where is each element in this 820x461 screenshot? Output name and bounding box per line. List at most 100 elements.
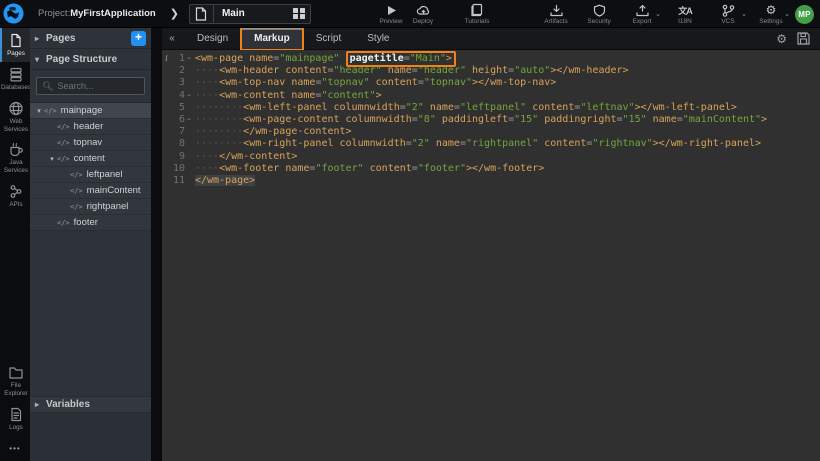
code-tag-icon: </> <box>70 187 83 195</box>
security-button[interactable]: Security <box>586 4 612 25</box>
gutter-space <box>185 175 193 187</box>
deploy-button[interactable]: Deploy <box>410 4 436 25</box>
gutter-space <box>162 77 171 89</box>
chevron-down-icon[interactable]: ⌄ <box>655 10 661 18</box>
gutter-space <box>185 151 193 163</box>
topbar-right-actions: Artifacts Security Export⌄ 文AI18N VCS⌄ ⚙Setti… <box>537 0 820 28</box>
add-page-button[interactable]: + <box>131 31 146 46</box>
tab-markup[interactable]: Markup <box>241 28 303 50</box>
page-switcher-icon[interactable] <box>293 8 305 20</box>
sidebar-item-pages[interactable]: Pages <box>0 28 30 62</box>
tree-item-footer[interactable]: </>footer <box>30 215 151 231</box>
panel-footer-area <box>30 413 151 461</box>
editor-tab-bar: « DesignMarkupScriptStyle ⚙ <box>162 28 820 50</box>
databases-icon <box>8 67 24 82</box>
pages-panel-header[interactable]: ▸ Pages + <box>30 28 151 49</box>
preview-button[interactable]: Preview <box>378 4 404 25</box>
page-structure-header[interactable]: ▾ Page Structure <box>30 49 151 70</box>
tree-item-rightpanel[interactable]: </>rightpanel <box>30 199 151 215</box>
tree-item-mainContent[interactable]: </>mainContent <box>30 183 151 199</box>
expand-arrow-icon[interactable]: ▾ <box>47 155 57 163</box>
tree-item-label: topnav <box>74 137 103 148</box>
tab-design[interactable]: Design <box>184 28 241 50</box>
tree-item-mainpage[interactable]: ▾</>mainpage <box>30 103 151 119</box>
tree-item-leftpanel[interactable]: </>leftpanel <box>30 167 151 183</box>
markup-code-editor[interactable]: i1-<wm-page name="mainpage" pagetitle="M… <box>162 50 820 461</box>
line-number: 11 <box>171 175 185 187</box>
collapse-arrow-icon[interactable]: ▸ <box>35 34 46 43</box>
code-line: 3····<wm-top-nav name="topnav" content="… <box>162 77 820 89</box>
sidebar-item-java-services[interactable]: Java Services <box>0 137 30 179</box>
markup-settings-gear-icon[interactable]: ⚙ <box>776 32 787 46</box>
code-tag-icon: </> <box>57 219 70 227</box>
variables-header[interactable]: ▸ Variables <box>30 396 151 413</box>
code-text: ········<wm-left-panel columnwidth="2" n… <box>193 102 737 114</box>
tutorials-button[interactable]: Tutorials <box>464 4 490 25</box>
tree-item-topnav[interactable]: </>topnav <box>30 135 151 151</box>
export-button[interactable]: Export⌄ <box>629 4 655 25</box>
code-line: 2····<wm-header content="header" name="h… <box>162 65 820 77</box>
search-input[interactable] <box>57 81 143 91</box>
gutter-space <box>162 138 171 150</box>
tree-item-label: content <box>74 153 105 164</box>
gutter-space <box>185 102 193 114</box>
code-text: </wm-page> <box>193 175 255 187</box>
fold-marker-icon[interactable]: - <box>185 53 193 65</box>
code-tag-icon: </> <box>70 203 83 211</box>
rail-spacer <box>0 213 30 360</box>
more-options-button[interactable]: ••• <box>0 436 30 461</box>
chevron-down-icon[interactable]: ⌄ <box>741 10 747 18</box>
fold-marker-icon[interactable]: - <box>185 90 193 102</box>
web-services-label: Web Services <box>2 118 30 134</box>
vcs-button[interactable]: VCS⌄ <box>715 4 741 25</box>
search-box[interactable]: 🔍︎ <box>36 77 145 95</box>
collapse-panel-icon[interactable]: « <box>164 31 180 47</box>
file-explorer-label: File Explorer <box>2 382 30 398</box>
editor-area: « DesignMarkupScriptStyle ⚙ i1-<wm-page … <box>162 28 820 461</box>
line-number: 10 <box>171 163 185 175</box>
artifacts-button[interactable]: Artifacts <box>543 4 569 25</box>
save-icon[interactable] <box>797 32 810 45</box>
code-line: 8········<wm-right-panel columnwidth="2"… <box>162 138 820 150</box>
java-services-label: Java Services <box>2 159 30 175</box>
sidebar-item-file-explorer[interactable]: File Explorer <box>0 360 30 402</box>
preview-label: Preview <box>379 18 402 25</box>
logs-label: Logs <box>9 424 23 432</box>
page-doc-icon <box>195 7 207 21</box>
sidebar-item-databases[interactable]: Databases <box>0 62 30 96</box>
gutter-space <box>185 77 193 89</box>
code-text: ········<wm-right-panel columnwidth="2" … <box>193 138 761 150</box>
page-structure-tree: ▾</>mainpage</>header</>topnav▾</>conten… <box>30 103 151 231</box>
tree-item-header[interactable]: </>header <box>30 119 151 135</box>
gutter-space <box>185 65 193 77</box>
tree-item-content[interactable]: ▾</>content <box>30 151 151 167</box>
sidebar-item-apis[interactable]: APIs <box>0 179 30 213</box>
divider <box>213 4 214 24</box>
i18n-label: I18N <box>678 18 692 25</box>
fold-marker-icon[interactable]: - <box>185 114 193 126</box>
tab-script[interactable]: Script <box>303 28 355 50</box>
artifacts-icon <box>549 4 564 17</box>
code-line: 5········<wm-left-panel columnwidth="2" … <box>162 102 820 114</box>
tree-item-label: header <box>74 121 104 132</box>
deploy-label: Deploy <box>413 18 433 25</box>
sidebar-item-web-services[interactable]: Web Services <box>0 96 30 138</box>
tab-style[interactable]: Style <box>354 28 402 50</box>
collapse-arrow-icon[interactable]: ▸ <box>35 400 46 409</box>
security-icon <box>592 4 607 17</box>
user-avatar[interactable]: MP <box>795 5 814 24</box>
code-line: 6-········<wm-page-content columnwidth="… <box>162 114 820 126</box>
wavemaker-logo-icon[interactable] <box>3 3 24 24</box>
search-container: 🔍︎ <box>30 70 151 103</box>
expand-arrow-icon[interactable]: ▾ <box>35 55 46 64</box>
gutter-space <box>162 114 171 126</box>
settings-button[interactable]: ⚙Settings⌄ <box>758 4 784 25</box>
sidebar-item-logs[interactable]: Logs <box>0 402 30 436</box>
open-page-tab[interactable]: Main <box>189 4 311 24</box>
gutter-space <box>185 126 193 138</box>
left-icon-rail: PagesDatabases Web Services Java Services A… <box>0 28 30 461</box>
chevron-right-icon[interactable]: ❯ <box>170 7 179 20</box>
i18n-button[interactable]: 文AI18N <box>672 4 698 25</box>
expand-arrow-icon[interactable]: ▾ <box>34 107 44 115</box>
chevron-down-icon[interactable]: ⌄ <box>784 10 790 18</box>
